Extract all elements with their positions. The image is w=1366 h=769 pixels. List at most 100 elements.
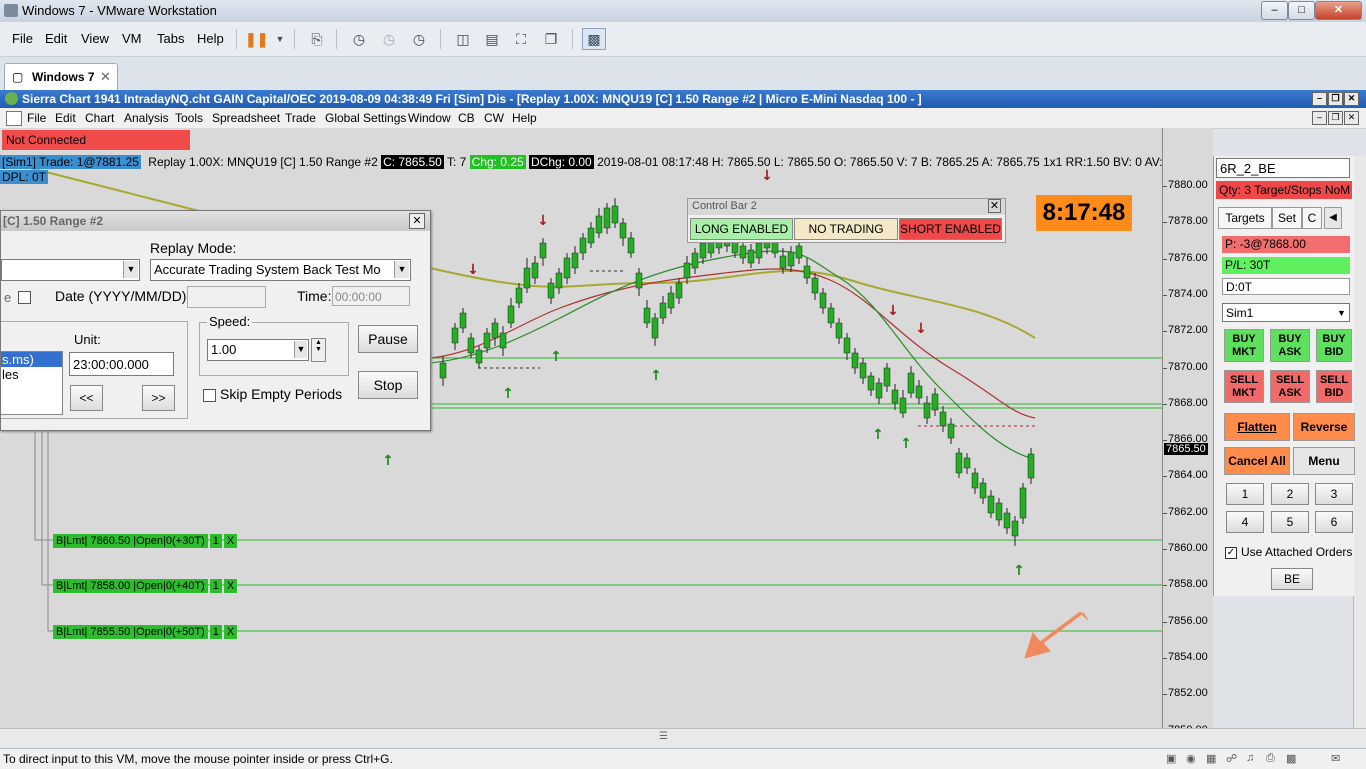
pause-icon[interactable]: ❚❚ [244, 28, 268, 50]
tab-targets[interactable]: Targets [1218, 207, 1272, 229]
short-enabled-button[interactable]: SHORT ENABLED [899, 218, 1002, 240]
pause-button[interactable]: Pause [358, 325, 418, 353]
menu-tabs[interactable]: Tabs [157, 31, 184, 46]
control-bar-close-icon[interactable]: ✕ [988, 199, 1001, 213]
order-qty[interactable]: 1 [209, 625, 222, 639]
cancel-all-button[interactable]: Cancel All [1224, 447, 1290, 475]
sell-market-button[interactable]: SELL MKT [1224, 370, 1264, 403]
message-icon[interactable]: ✉ [1331, 752, 1340, 765]
sc-menu-spreadsheet[interactable]: Spreadsheet [212, 111, 280, 125]
qty-button-2[interactable]: 2 [1271, 483, 1309, 505]
unit-list[interactable]: s.ms) les [1, 351, 63, 415]
menu-file[interactable]: File [12, 31, 33, 46]
chevron-down-icon[interactable]: ▼ [394, 261, 409, 278]
usb-icon[interactable]: ☍ [1226, 752, 1237, 765]
chevron-down-icon[interactable]: ▼ [268, 28, 292, 50]
revert-snapshot-icon[interactable]: ◷ [377, 28, 401, 50]
chart-select-dropdown[interactable]: ▼ [1, 259, 140, 281]
order-label[interactable]: B|Lmt| 7855.50 |Open|0(+50T) [53, 625, 208, 639]
order-qty[interactable]: 1 [209, 579, 222, 593]
scroll-grip-icon[interactable]: ☰ [659, 731, 668, 742]
flatten-button[interactable]: Flatten [1224, 413, 1290, 441]
time-field[interactable]: 00:00:00 [332, 286, 410, 306]
replay-mode-select[interactable]: Accurate Trading System Back Test Mo ▼ [150, 259, 411, 281]
printer-icon[interactable]: ⎙ [1266, 752, 1275, 765]
qty-button-4[interactable]: 4 [1226, 511, 1264, 533]
previous-button[interactable]: << [70, 385, 103, 411]
buy-market-button[interactable]: BUY MKT [1224, 329, 1264, 362]
menu-vm[interactable]: VM [122, 31, 142, 46]
sc-menu-cb[interactable]: CB [458, 111, 475, 125]
checkbox[interactable] [18, 291, 31, 304]
maximize-button[interactable]: □ [1288, 1, 1315, 20]
send-ctrl-alt-del-icon[interactable]: ⎘ [305, 28, 329, 50]
long-enabled-button[interactable]: LONG ENABLED [690, 218, 793, 240]
snapshot-manager-icon[interactable]: ◷ [407, 28, 431, 50]
menu-help[interactable]: Help [197, 31, 224, 46]
symbol-field[interactable]: 6R_2_BE [1216, 158, 1350, 178]
close-tab-icon[interactable]: ✕ [100, 69, 111, 85]
order-row-3[interactable]: B|Lmt| 7855.50 |Open|0(+50T) 1 X [53, 624, 238, 639]
chart-minimize-button[interactable]: – [1312, 111, 1327, 125]
sc-menu-window[interactable]: Window [408, 111, 451, 125]
chevron-down-icon[interactable]: ▼ [294, 341, 307, 358]
sc-menu-chart[interactable]: Chart [85, 111, 114, 125]
order-qty[interactable]: 1 [209, 534, 222, 548]
tab-c[interactable]: C [1302, 207, 1322, 229]
tab-scroll-left-icon[interactable]: ◀ [1324, 207, 1342, 229]
cd-drive-icon[interactable]: ◉ [1186, 752, 1196, 765]
qty-button-6[interactable]: 6 [1315, 511, 1353, 533]
price-axis[interactable]: 7880.00 7878.00 7876.00 7874.00 7872.00 7870.… [1162, 128, 1213, 736]
unity-icon[interactable]: ❐ [539, 28, 563, 50]
sc-menu-analysis[interactable]: Analysis [124, 111, 169, 125]
sc-menu-global-settings[interactable]: Global Settings [325, 111, 406, 125]
horizontal-scrollbar[interactable]: ☰ [0, 728, 1366, 747]
chart-restore-button[interactable]: ❐ [1328, 111, 1343, 125]
speed-select[interactable]: 1.00 ▼ [207, 339, 309, 361]
qty-button-3[interactable]: 3 [1315, 483, 1353, 505]
tab-set[interactable]: Set [1272, 207, 1302, 229]
order-row-2[interactable]: B|Lmt| 7858.00 |Open|0(+40T) 1 X [53, 578, 238, 593]
hard-disk-icon[interactable]: ▣ [1166, 752, 1176, 765]
sierra-minimize-button[interactable]: – [1312, 92, 1327, 106]
order-label[interactable]: B|Lmt| 7858.00 |Open|0(+40T) [53, 579, 208, 593]
qty-button-1[interactable]: 1 [1226, 483, 1264, 505]
menu-edit[interactable]: Edit [45, 31, 67, 46]
minimize-button[interactable]: – [1261, 1, 1288, 20]
date-field[interactable] [187, 286, 266, 308]
speed-spinner[interactable]: ▲ ▼ [311, 338, 326, 362]
device-icons-tray[interactable]: ▣ ◉ ▦ ☍ ♫ ⎙ ▩ ✉ [1166, 752, 1356, 766]
sc-menu-edit[interactable]: Edit [55, 111, 76, 125]
sc-menu-tools[interactable]: Tools [175, 111, 203, 125]
skip-empty-checkbox[interactable] [203, 389, 216, 402]
sound-icon[interactable]: ♫ [1246, 752, 1254, 764]
replay-close-icon[interactable]: ✕ [409, 213, 425, 229]
sc-menu-cw[interactable]: CW [484, 111, 504, 125]
cancel-order-button[interactable]: X [223, 579, 238, 593]
sierra-restore-button[interactable]: ❐ [1328, 92, 1343, 106]
unit-input[interactable]: 23:00:00.000 [69, 352, 174, 376]
no-trading-button[interactable]: NO TRADING [794, 218, 898, 240]
fullscreen-icon[interactable]: ⛶ [509, 28, 533, 50]
unit-list-item[interactable]: les [1, 367, 62, 382]
buy-bid-button[interactable]: BUY BID [1316, 329, 1352, 362]
sc-menu-file[interactable]: File [27, 111, 46, 125]
vertical-scrollbar[interactable] [1353, 156, 1366, 728]
sell-ask-button[interactable]: SELL ASK [1270, 370, 1310, 403]
display-icon[interactable]: ▩ [1286, 752, 1296, 765]
sc-menu-trade[interactable]: Trade [285, 111, 316, 125]
buy-ask-button[interactable]: BUY ASK [1270, 329, 1310, 362]
chevron-down-icon[interactable]: ▼ [123, 261, 138, 278]
sell-bid-button[interactable]: SELL BID [1316, 370, 1352, 403]
tab-windows-7[interactable]: ▢ Windows 7 ✕ [4, 63, 118, 91]
qty-button-5[interactable]: 5 [1271, 511, 1309, 533]
sierra-close-button[interactable]: ✕ [1344, 92, 1359, 106]
menu-button[interactable]: Menu [1293, 447, 1355, 475]
menu-view[interactable]: View [81, 31, 109, 46]
order-label[interactable]: B|Lmt| 7860.50 |Open|0(+30T) [53, 534, 208, 548]
chart-window-icon[interactable] [6, 111, 22, 126]
reverse-button[interactable]: Reverse [1293, 413, 1355, 441]
breakeven-button[interactable]: BE [1271, 568, 1313, 590]
chevron-down-icon[interactable]: ▼ [1337, 304, 1346, 323]
stop-button[interactable]: Stop [358, 371, 418, 399]
